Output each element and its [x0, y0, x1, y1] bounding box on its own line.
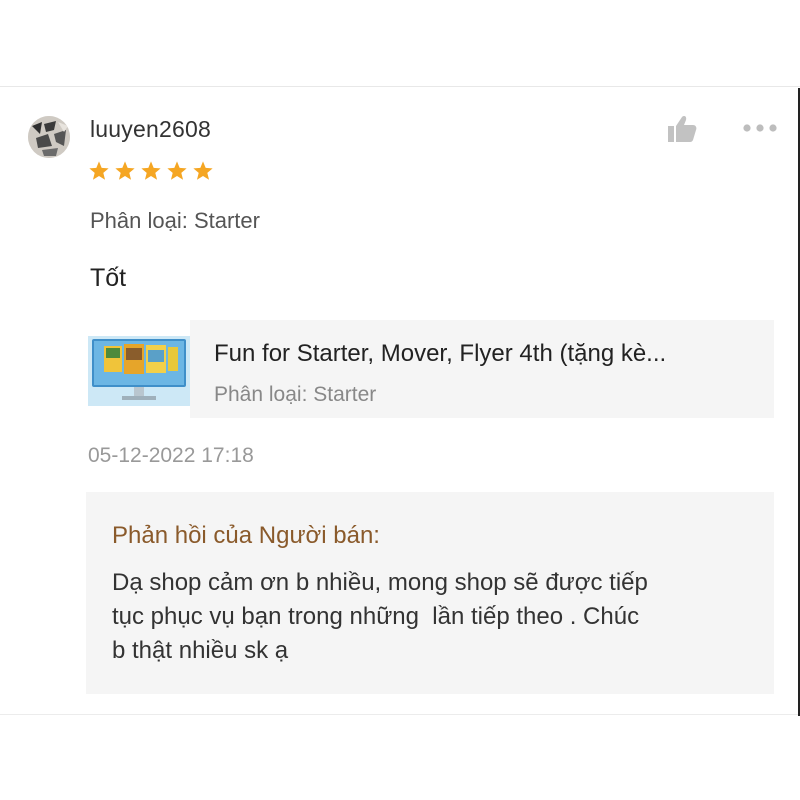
- star-icon: [167, 161, 187, 180]
- bottom-divider: [0, 714, 800, 715]
- star-rating: [88, 160, 214, 182]
- seller-reply-box: Phản hồi của Người bán: Dạ shop cảm ơn b…: [86, 492, 774, 694]
- review-page: luuyen2608 Phân loại: Starter Tốt Fun fo…: [0, 0, 800, 800]
- avatar-image: [28, 116, 70, 158]
- star-icon: [89, 161, 109, 180]
- seller-reply-label: Phản hồi của Người bán:: [112, 522, 380, 549]
- product-card[interactable]: Fun for Starter, Mover, Flyer 4th (tặng …: [88, 320, 774, 418]
- avatar[interactable]: [28, 116, 70, 158]
- review-comment: Tốt: [90, 264, 127, 292]
- star-icon: [115, 161, 135, 180]
- thumbs-up-icon[interactable]: [666, 114, 698, 144]
- review-timestamp: 05-12-2022 17:18: [88, 444, 254, 467]
- seller-reply-text: Dạ shop cảm ơn b nhiều, mong shop sẽ đượ…: [112, 569, 648, 664]
- star-icon: [193, 161, 213, 180]
- username[interactable]: luuyen2608: [90, 116, 211, 143]
- product-title[interactable]: Fun for Starter, Mover, Flyer 4th (tặng …: [214, 340, 754, 368]
- product-info[interactable]: Fun for Starter, Mover, Flyer 4th (tặng …: [190, 320, 774, 418]
- more-options-icon[interactable]: [742, 121, 778, 135]
- product-variation: Phân loại: Starter: [214, 383, 377, 406]
- star-icon: [141, 161, 161, 180]
- top-divider: [0, 86, 800, 87]
- product-thumbnail[interactable]: [88, 336, 190, 406]
- variation-text: Phân loại: Starter: [90, 208, 260, 233]
